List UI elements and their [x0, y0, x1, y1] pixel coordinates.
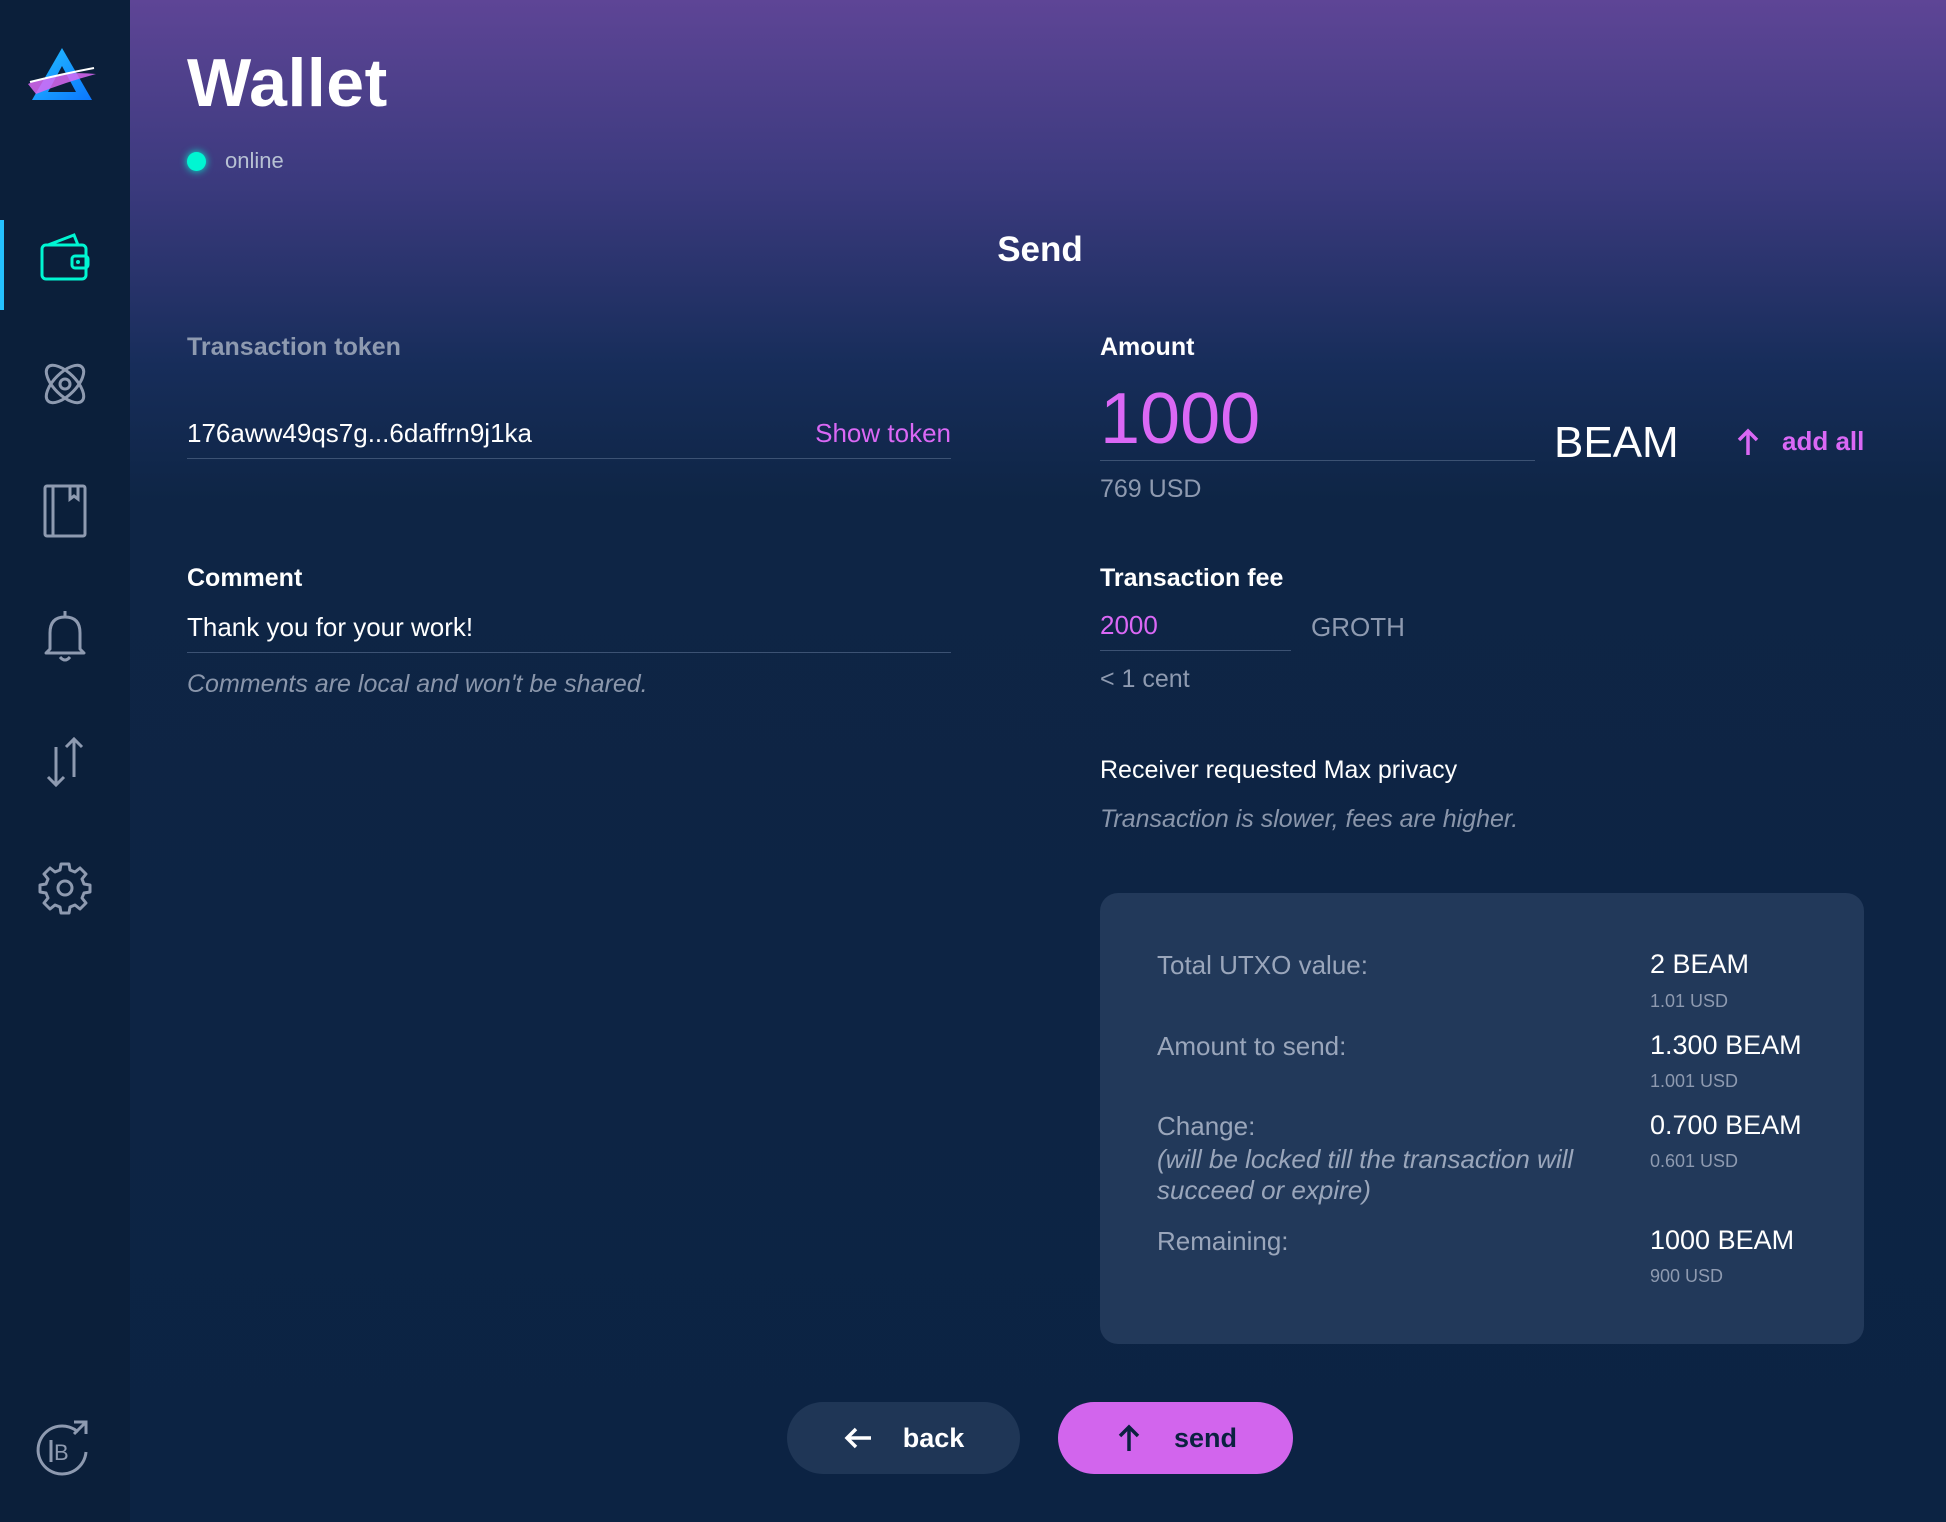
privacy-title: Receiver requested Max privacy [1100, 756, 1458, 784]
external-link-icon: B [36, 1420, 88, 1476]
show-token-link[interactable]: Show token [815, 418, 951, 449]
fee-input[interactable]: 2000 [1100, 610, 1291, 651]
status-dot-icon [187, 151, 206, 171]
amount-usd: 769 USD [1100, 475, 1202, 503]
fee-unit: GROTH [1311, 612, 1405, 642]
connection-status: online [187, 148, 284, 174]
sidebar: B [0, 0, 130, 1522]
summary-panel: Total UTXO value: 2 BEAM 1.01 USD Amount… [1100, 893, 1864, 1344]
sidebar-item-dapps[interactable] [0, 334, 130, 434]
svg-text:B: B [54, 1440, 69, 1465]
arrow-up-icon [1737, 428, 1759, 455]
amount-unit: BEAM [1554, 418, 1679, 467]
back-label: back [902, 1422, 965, 1453]
wallet-icon [40, 233, 90, 281]
page-title: Send [997, 230, 1083, 269]
transfer-icon [46, 736, 84, 788]
comment-input[interactable]: Thank you for your work! [187, 612, 951, 653]
total-utxo-label: Total UTXO value: [1157, 950, 1368, 980]
app-title: Wallet [187, 45, 388, 121]
sidebar-item-wallet[interactable] [0, 208, 130, 310]
remaining-value: 1000 BEAM [1650, 1225, 1795, 1255]
token-value: 176aww49qs7g...6daffrn9j1ka [187, 418, 532, 448]
change-label: Change: [1157, 1111, 1256, 1141]
change-note: (will be locked till the transaction wil… [1157, 1144, 1574, 1205]
sidebar-item-addresses[interactable] [0, 460, 130, 560]
token-label: Transaction token [187, 333, 401, 361]
amount-to-send-value: 1.300 BEAM [1650, 1030, 1802, 1060]
fee-value: 2000 [1100, 610, 1158, 640]
add-all-label: add all [1782, 426, 1865, 456]
address-book-icon [43, 484, 87, 538]
comment-note: Comments are local and won't be shared. [187, 670, 648, 698]
arrow-up-icon [1118, 1424, 1140, 1451]
total-utxo-value: 2 BEAM [1650, 949, 1750, 979]
amount-to-send-usd: 1.001 USD [1650, 1071, 1739, 1091]
remaining-label: Remaining: [1157, 1226, 1289, 1256]
amount-label: Amount [1100, 333, 1195, 361]
sidebar-item-notifications[interactable] [0, 586, 130, 686]
external-link-button[interactable]: B [34, 1418, 96, 1480]
privacy-note: Transaction is slower, fees are higher. [1100, 805, 1519, 833]
back-button[interactable]: back [787, 1402, 1020, 1474]
send-button[interactable]: send [1058, 1402, 1293, 1474]
add-all-button[interactable]: add all [1734, 426, 1864, 457]
change-usd: 0.601 USD [1650, 1151, 1739, 1171]
sidebar-item-settings[interactable] [0, 838, 130, 938]
fee-label: Transaction fee [1100, 564, 1284, 592]
total-utxo-usd: 1.01 USD [1650, 991, 1729, 1011]
gear-icon [38, 862, 92, 915]
arrow-left-icon [844, 1427, 871, 1449]
sidebar-item-transactions[interactable] [0, 712, 130, 812]
amount-value: 1000 [1100, 379, 1261, 459]
amount-to-send-label: Amount to send: [1157, 1031, 1347, 1061]
amount-input[interactable]: 1000 [1100, 378, 1535, 461]
send-label: send [1173, 1422, 1238, 1453]
remaining-usd: 900 USD [1650, 1266, 1724, 1286]
beam-logo [26, 44, 98, 108]
status-label: online [225, 148, 284, 173]
bell-icon [44, 611, 86, 662]
change-value: 0.700 BEAM [1650, 1110, 1802, 1140]
atom-icon [44, 363, 86, 405]
comment-value: Thank you for your work! [187, 612, 474, 642]
comment-label: Comment [187, 564, 303, 592]
token-field[interactable]: 176aww49qs7g...6daffrn9j1ka Show token [187, 418, 951, 459]
fee-usd: < 1 cent [1100, 665, 1190, 693]
